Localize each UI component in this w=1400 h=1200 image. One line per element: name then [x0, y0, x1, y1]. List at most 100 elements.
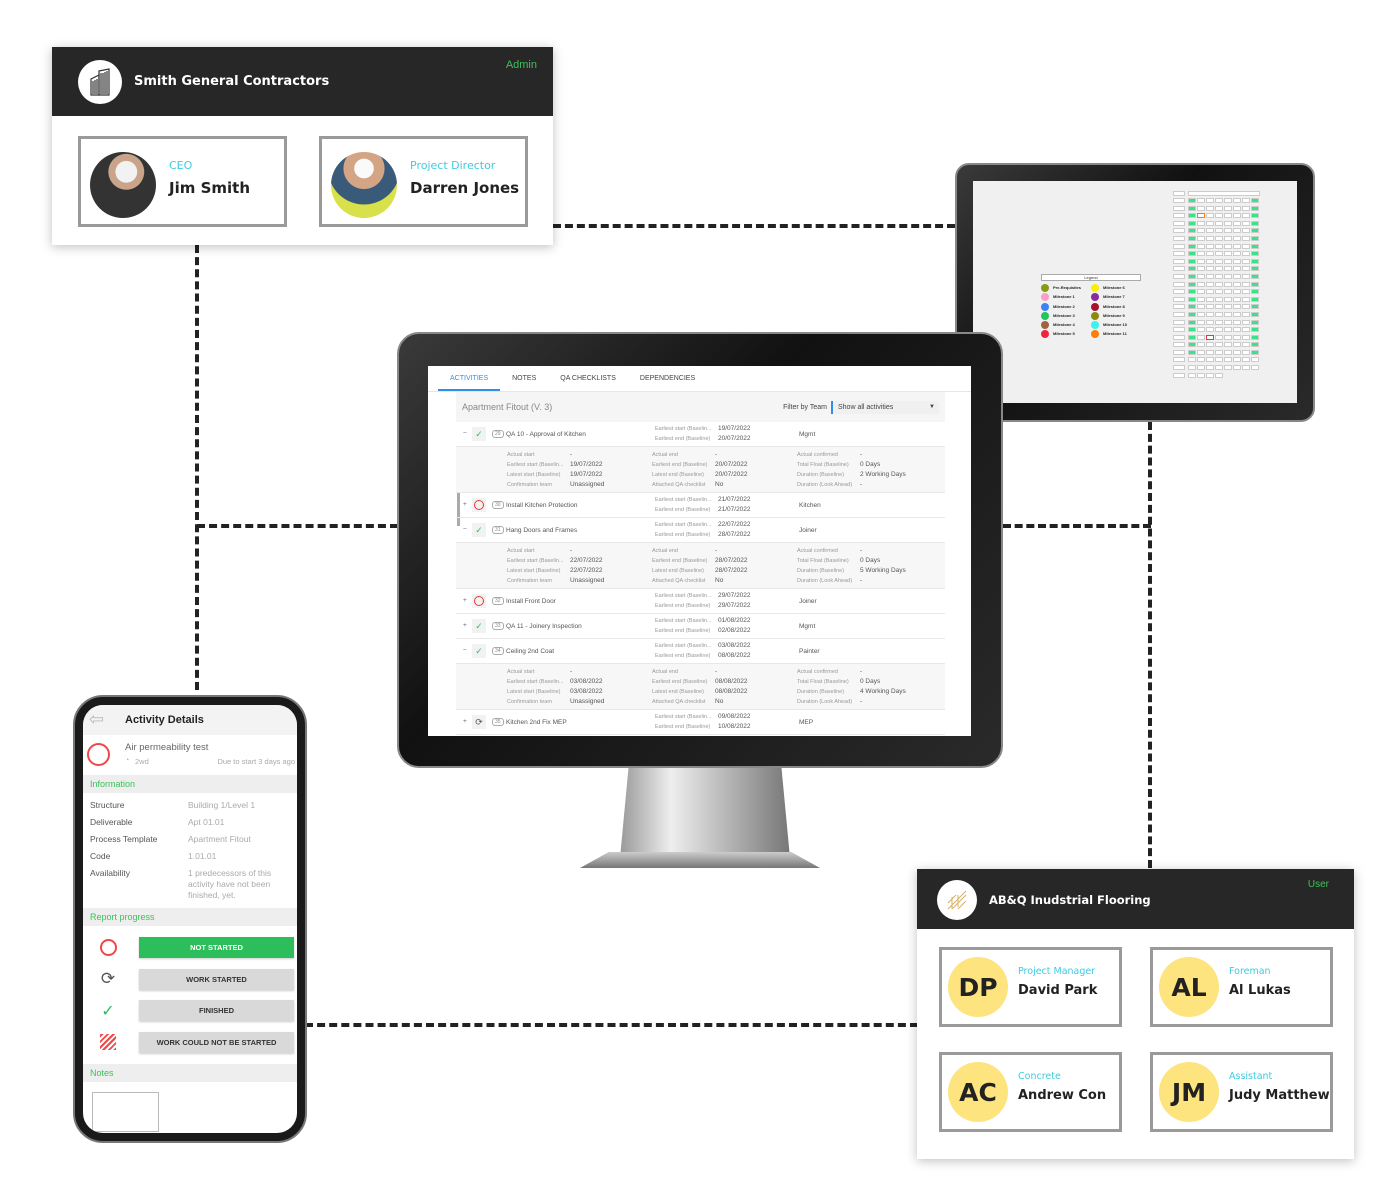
account-role: Admin [505, 59, 537, 71]
tab-activities[interactable]: ACTIVITIES [438, 366, 501, 391]
legend-panel: Legend Pre-Requisites Milestone 1 Mileston… [1041, 274, 1141, 340]
tab-qa-checklists[interactable]: QA CHECKLISTS [548, 366, 628, 391]
info-value: 1.01.01 [188, 851, 217, 861]
detail-value-earliest-end: 08/08/2022 [715, 678, 748, 685]
earliest-end: 21/07/2022 [718, 506, 751, 513]
progress-option: ⟳ WORK STARTED [83, 964, 297, 996]
progress-option: NOT STARTED [83, 932, 297, 964]
info-key: Deliverable [90, 817, 133, 827]
collapse-icon[interactable]: − [463, 430, 467, 437]
expand-icon[interactable]: + [463, 718, 467, 725]
legend-item: Milestone 2 [1041, 302, 1091, 312]
field-label: Earliest start (Baselin... [655, 522, 712, 528]
progress-option: ✓ FINISHED [83, 995, 297, 1027]
team-filter-value: Show all activities [838, 403, 894, 411]
detail-label: Actual confirmed [797, 548, 838, 554]
detail-label: Duration (Look Ahead) [797, 699, 853, 705]
activity-detail: Actual start - Earliest start (Baselin... 1… [456, 447, 945, 493]
legend-title: Legend [1041, 274, 1141, 281]
expand-icon[interactable]: + [463, 622, 467, 629]
subcontractor-org-card: AB&Q Inudstrial Flooring User DP Project … [917, 869, 1354, 1159]
legend-item: Milestone 5 [1041, 330, 1091, 339]
progress-option: WORK COULD NOT BE STARTED [83, 1027, 297, 1059]
progress-button-work-started[interactable]: WORK STARTED [139, 968, 294, 990]
detail-label: Actual confirmed [797, 669, 838, 675]
field-label: Earliest start (Baselin... [655, 593, 712, 599]
notes-field[interactable] [92, 1092, 159, 1132]
check-icon[interactable]: ✓ [472, 619, 486, 633]
person-card[interactable]: CEO Jim Smith [78, 136, 287, 227]
detail-label: Actual start [507, 452, 535, 458]
person-card[interactable]: JM Assistant Judy Matthew [1150, 1052, 1333, 1132]
activity-id: 31 [492, 526, 504, 534]
legend-label: Milestone 5 [1053, 331, 1075, 337]
monitor-base [580, 852, 820, 868]
tablet-device: Legend Pre-Requisites Milestone 1 Mileston… [955, 163, 1315, 422]
circle-icon[interactable] [472, 498, 486, 512]
report-progress-header: Report progress [83, 908, 297, 926]
activity-row[interactable]: +30 Install Kitchen Protection Earliest st… [456, 493, 945, 518]
earliest-start: 01/08/2022 [718, 617, 751, 624]
check-icon[interactable]: ✓ [472, 427, 486, 441]
progress-button-finished[interactable]: FINISHED [139, 1000, 294, 1022]
account-role: User [1307, 879, 1329, 890]
activity-id: 34 [492, 647, 504, 655]
detail-label: Earliest start (Baselin... [507, 462, 564, 468]
detail-value-actual-confirmed: - [860, 547, 863, 554]
detail-label: Total Float (Baseline) [797, 462, 849, 468]
screen-title: Activity Details [125, 714, 204, 726]
person-card[interactable]: AC Concrete Andrew Con [939, 1052, 1122, 1132]
team: Joiner [799, 527, 817, 534]
activity-row[interactable]: − ✓ 34 Ceiling 2nd Coat Earliest start (Base… [456, 639, 945, 664]
connector-line [195, 245, 199, 690]
legend-item: Milestone 8 [1091, 302, 1141, 312]
check-icon[interactable]: ✓ [472, 523, 486, 537]
detail-value-earliest-start: 03/08/2022 [570, 678, 603, 685]
activity-row[interactable]: − ✓ 29 QA 10 - Approval of Kitchen Earliest … [456, 422, 945, 447]
clock-icon: ◔ [125, 757, 130, 764]
activity-row[interactable]: +32 Install Front Door Earliest start (Bas… [456, 589, 945, 614]
detail-value-qa-checklist: No [715, 481, 724, 488]
person-card[interactable]: AL Foreman Al Lukas [1150, 947, 1333, 1027]
detail-value-duration: 5 Working Days [860, 567, 906, 574]
activity-row[interactable]: + ⟳ 35 Kitchen 2nd Fix MEP Earliest start (B… [456, 710, 945, 735]
detail-value-duration-lookahead: - [860, 577, 863, 584]
back-arrow-icon[interactable]: ⇦ [89, 709, 104, 730]
tab-dependencies[interactable]: DEPENDENCIES [628, 366, 707, 391]
tab-notes[interactable]: NOTES [500, 366, 548, 391]
activity-list: − ✓ 29 QA 10 - Approval of Kitchen Earliest … [456, 422, 945, 735]
activity-row[interactable]: − ✓ 31 Hang Doors and Frames Earliest start … [456, 518, 945, 543]
person-card[interactable]: DP Project Manager David Park [939, 947, 1122, 1027]
info-value: Apt 01.01 [188, 817, 225, 827]
hatched-icon [97, 1034, 119, 1051]
detail-label: Latest end (Baseline) [652, 689, 704, 695]
progress-button-work-could-not-be-started[interactable]: WORK COULD NOT BE STARTED [139, 1031, 294, 1053]
detail-label: Latest start (Baseline) [507, 472, 561, 478]
field-label: Earliest end (Baseline) [655, 724, 711, 730]
circle-icon[interactable] [472, 594, 486, 608]
team-filter-select[interactable]: Show all activities ▼ [831, 400, 939, 414]
expand-icon[interactable]: + [463, 501, 467, 508]
check-icon[interactable]: ✓ [472, 644, 486, 658]
field-label: Earliest end (Baseline) [655, 653, 711, 659]
legend-swatch [1041, 321, 1049, 330]
progress-button-not-started[interactable]: NOT STARTED [139, 937, 294, 959]
earliest-start: 22/07/2022 [718, 521, 751, 528]
avatar-initials: DP [948, 957, 1008, 1017]
detail-label: Confirmation team [507, 578, 552, 584]
person-card[interactable]: Project Director Darren Jones [319, 136, 528, 227]
detail-value-latest-end: 08/08/2022 [715, 688, 748, 695]
legend-label: Milestone 4 [1053, 322, 1075, 328]
info-row: Code 1.01.01 [83, 848, 297, 865]
earliest-end: 02/08/2022 [718, 627, 751, 634]
refresh-icon[interactable]: ⟳ [472, 715, 486, 729]
activity-row[interactable]: + ✓ 33 QA 11 - Joinery Inspection Earliest s… [456, 614, 945, 639]
activity-name: QA 11 - Joinery Inspection [506, 623, 582, 630]
collapse-icon[interactable]: − [463, 526, 467, 533]
connector-line [305, 1023, 918, 1027]
collapse-icon[interactable]: − [463, 647, 467, 654]
expand-icon[interactable]: + [463, 597, 467, 604]
tablet-screen: Legend Pre-Requisites Milestone 1 Mileston… [973, 181, 1297, 403]
detail-label: Duration (Baseline) [797, 472, 845, 478]
activity-detail: Actual start - Earliest start (Baselin... 2… [456, 543, 945, 589]
